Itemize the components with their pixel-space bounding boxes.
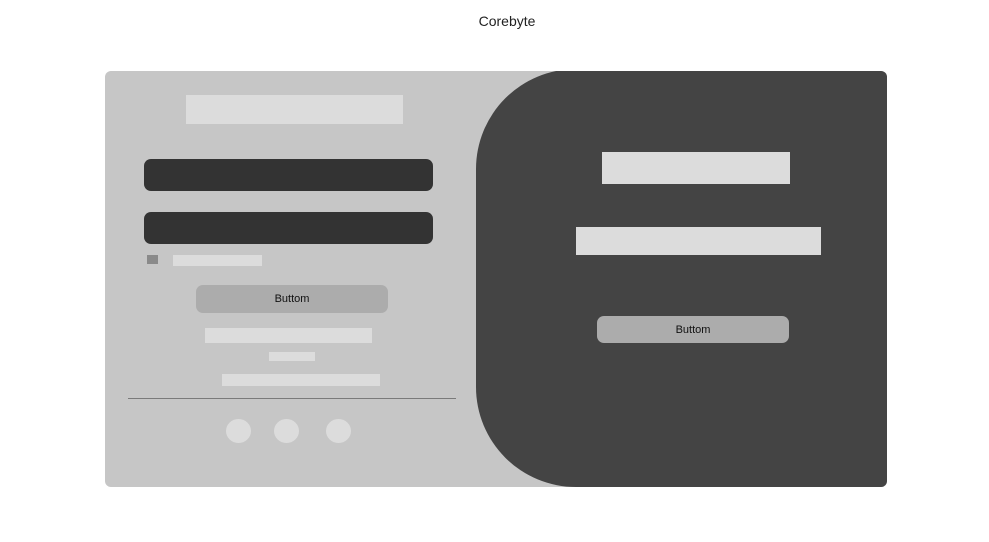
- forgot-link-placeholder[interactable]: [205, 328, 372, 343]
- separator-text-placeholder: [269, 352, 315, 361]
- remember-checkbox[interactable]: [147, 255, 158, 264]
- signup-link-placeholder[interactable]: [222, 374, 380, 386]
- overlay-heading-placeholder: [602, 152, 790, 184]
- social-login-icon-2[interactable]: [274, 419, 299, 443]
- social-login-icon-3[interactable]: [326, 419, 351, 443]
- remember-label-placeholder: [173, 255, 262, 266]
- auth-card: Buttom Buttom: [105, 71, 887, 487]
- app-title: Corebyte: [478, 13, 536, 29]
- username-input[interactable]: [144, 159, 433, 191]
- submit-button[interactable]: Buttom: [196, 285, 388, 313]
- form-heading-placeholder: [186, 95, 403, 124]
- social-login-icon-1[interactable]: [226, 419, 251, 443]
- form-divider: [128, 398, 456, 399]
- overlay-action-button[interactable]: Buttom: [597, 316, 789, 343]
- password-input[interactable]: [144, 212, 433, 244]
- overlay-text-placeholder: [576, 227, 821, 255]
- overlay-panel: Buttom: [476, 71, 887, 487]
